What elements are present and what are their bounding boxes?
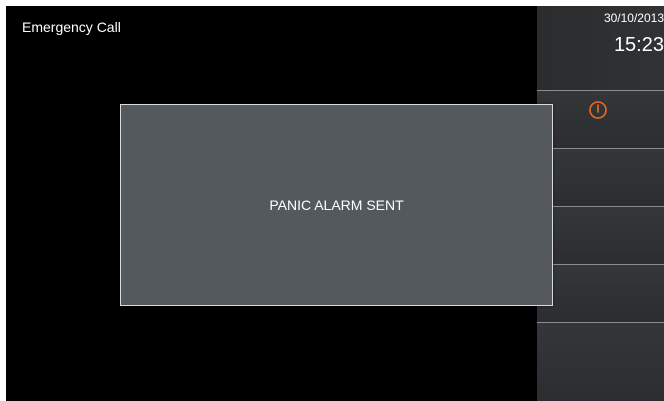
sidebar: 30/10/2013 15:23 xyxy=(537,6,664,401)
power-icon xyxy=(588,100,608,120)
screen-title: Emergency Call xyxy=(22,19,121,35)
sidebar-button-4[interactable] xyxy=(537,264,664,322)
date-display: 30/10/2013 xyxy=(603,11,664,25)
sidebar-button-2[interactable] xyxy=(537,148,664,206)
alarm-dialog[interactable]: PANIC ALARM SENT xyxy=(120,104,553,306)
dialog-message: PANIC ALARM SENT xyxy=(269,197,404,213)
sidebar-button-5[interactable] xyxy=(537,322,664,401)
sidebar-button-3[interactable] xyxy=(537,206,664,264)
clock: 30/10/2013 15:23 xyxy=(537,6,664,90)
screen: Emergency Call 30/10/2013 15:23 PANIC AL… xyxy=(6,6,664,401)
sidebar-button-power[interactable] xyxy=(537,90,664,148)
time-display: 15:23 xyxy=(613,34,664,56)
